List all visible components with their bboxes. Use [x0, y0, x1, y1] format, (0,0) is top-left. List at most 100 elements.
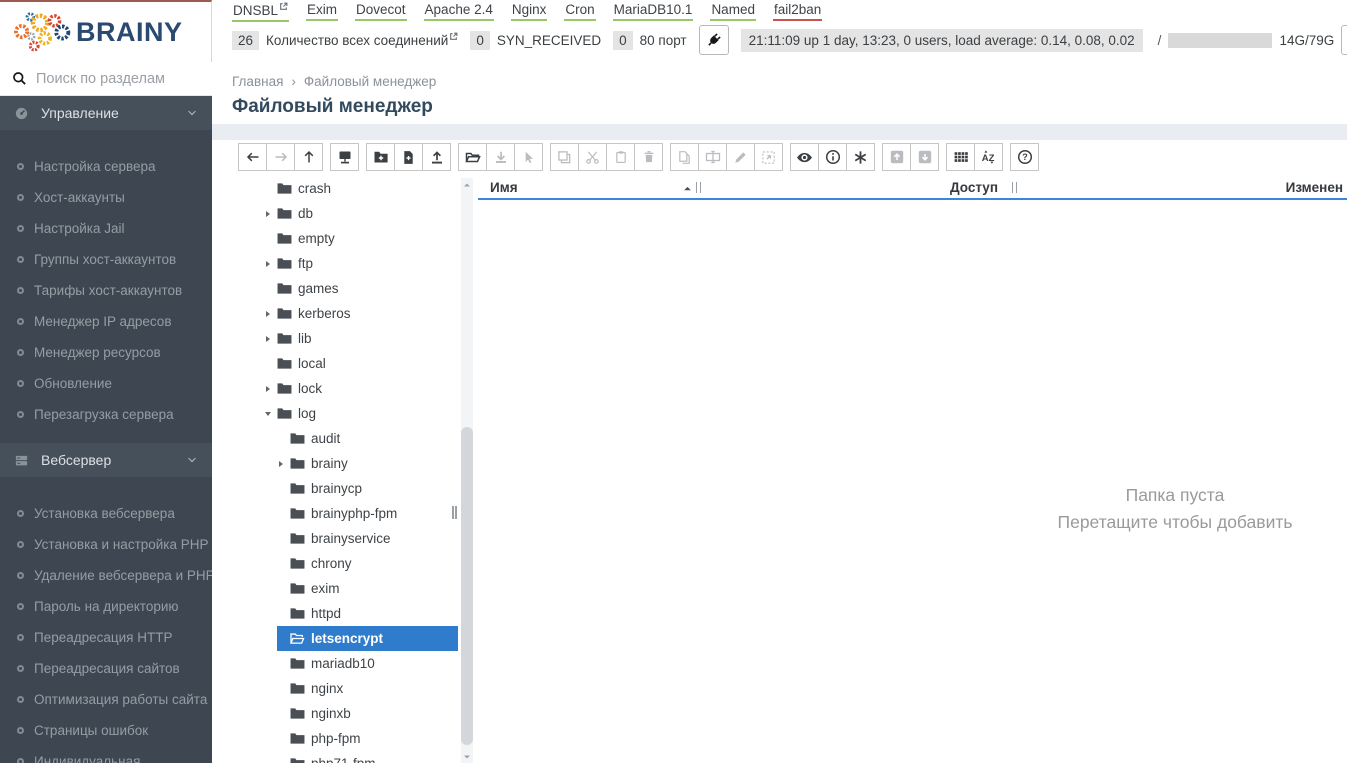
cut-button[interactable] — [578, 143, 607, 171]
sidebar-item-удаление-вебсервера-и-php[interactable]: Удаление вебсервера и PHP — [0, 560, 212, 591]
sidebar-item-настройка-сервера[interactable]: Настройка сервера — [0, 151, 212, 182]
scroll-up-button[interactable] — [461, 178, 473, 191]
tree-item-crash[interactable]: crash — [264, 176, 458, 201]
triangle-right-icon[interactable] — [264, 335, 277, 343]
new-folder-button[interactable] — [366, 143, 395, 171]
pane-splitter-handle[interactable] — [452, 506, 457, 519]
nav-link-dnsbl[interactable]: DNSBL — [232, 1, 290, 22]
logo[interactable]: BRAINY — [0, 0, 212, 62]
permissions-button[interactable] — [846, 143, 875, 171]
nav-link-fail2ban[interactable]: fail2ban — [772, 1, 823, 21]
delete-button[interactable] — [634, 143, 663, 171]
sort-button[interactable]: AZ — [974, 143, 1003, 171]
nav-link-exim[interactable]: Exim — [306, 1, 339, 21]
tree-item-nginxb[interactable]: nginxb — [277, 701, 458, 726]
column-header-name[interactable]: Имя — [490, 180, 518, 195]
sidebar-item-группы-хост-аккаунтов[interactable]: Группы хост-аккаунтов — [0, 244, 212, 275]
copy-button[interactable] — [550, 143, 579, 171]
sidebar-item-установка-вебсервера[interactable]: Установка вебсервера — [0, 498, 212, 529]
tree-item-exim[interactable]: exim — [277, 576, 458, 601]
select-button[interactable] — [514, 143, 543, 171]
tree-item-db[interactable]: db — [264, 201, 458, 226]
nav-link-named[interactable]: Named — [710, 1, 756, 21]
edit-button[interactable] — [726, 143, 755, 171]
tree-item-httpd[interactable]: httpd — [277, 601, 458, 626]
sidebar-item-переадресация-http[interactable]: Переадресация HTTP — [0, 622, 212, 653]
tree-item-letsencrypt[interactable]: letsencrypt — [277, 626, 458, 651]
breadcrumb-home[interactable]: Главная — [232, 74, 283, 89]
sidebar-item-менеджер-ресурсов[interactable]: Менеджер ресурсов — [0, 337, 212, 368]
sidebar-item-хост-аккаунты[interactable]: Хост-аккаунты — [0, 182, 212, 213]
tree-item-brainyphp-fpm[interactable]: brainyphp-fpm — [277, 501, 458, 526]
sidebar-section-вебсервер[interactable]: Вебсервер — [0, 443, 212, 477]
sidebar-item-настройка-jail[interactable]: Настройка Jail — [0, 213, 212, 244]
scroll-down-button[interactable] — [461, 750, 473, 763]
tree-item-chrony[interactable]: chrony — [277, 551, 458, 576]
triangle-right-icon[interactable] — [264, 210, 277, 218]
nav-link-cron[interactable]: Cron — [564, 1, 596, 21]
sidebar-item-обновление[interactable]: Обновление — [0, 368, 212, 399]
help-button[interactable]: ? — [1010, 143, 1039, 171]
duplicate-button[interactable] — [670, 143, 699, 171]
tree-item-ftp[interactable]: ftp — [264, 251, 458, 276]
triangle-down-icon[interactable] — [264, 410, 277, 418]
forward-button[interactable] — [266, 143, 295, 171]
nav-link-mariadb10-1[interactable]: MariaDB10.1 — [612, 1, 694, 21]
sidebar-item-страницы-ошибок[interactable]: Страницы ошибок — [0, 715, 212, 746]
preview-button[interactable] — [790, 143, 819, 171]
sidebar-section-управление[interactable]: Управление — [0, 96, 212, 130]
tree-item-empty[interactable]: empty — [264, 226, 458, 251]
sidebar-item-перезагрузка-сервера[interactable]: Перезагрузка сервера — [0, 399, 212, 430]
tree-item-mariadb10[interactable]: mariadb10 — [277, 651, 458, 676]
extract-button[interactable] — [910, 143, 939, 171]
upload-button[interactable] — [422, 143, 451, 171]
sidebar-item-пароль-на-директорию[interactable]: Пароль на директорию — [0, 591, 212, 622]
paste-button[interactable] — [606, 143, 635, 171]
tree-item-php-fpm[interactable]: php-fpm — [277, 726, 458, 751]
tree-item-brainyservice[interactable]: brainyservice — [277, 526, 458, 551]
triangle-right-icon[interactable] — [277, 460, 290, 468]
up-button[interactable] — [294, 143, 323, 171]
sidebar-item-тарифы-хост-аккаунтов[interactable]: Тарифы хост-аккаунтов — [0, 275, 212, 306]
connections-label[interactable]: Количество всех соединений — [266, 32, 458, 48]
new-file-button[interactable] — [394, 143, 423, 171]
sidebar-item-установка-и-настройка-php[interactable]: Установка и настройка PHP — [0, 529, 212, 560]
tree-item-local[interactable]: local — [264, 351, 458, 376]
triangle-right-icon[interactable] — [264, 310, 277, 318]
column-header-access[interactable]: Доступ — [950, 180, 998, 195]
scroll-thumb[interactable] — [461, 427, 473, 745]
column-header-modified[interactable]: Изменен — [1286, 180, 1343, 195]
triangle-right-icon[interactable] — [264, 260, 277, 268]
download-button[interactable] — [486, 143, 515, 171]
open-folder-button[interactable] — [458, 143, 487, 171]
tree-item-kerberos[interactable]: kerberos — [264, 301, 458, 326]
nav-link-nginx[interactable]: Nginx — [510, 1, 548, 21]
archive-button[interactable] — [882, 143, 911, 171]
tree-item-games[interactable]: games — [264, 276, 458, 301]
resize-button[interactable] — [754, 143, 783, 171]
sidebar-item-менеджер-ip-адресов[interactable]: Менеджер IP адресов — [0, 306, 212, 337]
grid-view-button[interactable] — [946, 143, 975, 171]
triangle-right-icon[interactable] — [264, 385, 277, 393]
root-directory-button[interactable] — [330, 143, 359, 171]
tree-item-brainy[interactable]: brainy — [277, 451, 458, 476]
info-button[interactable] — [818, 143, 847, 171]
connections-plug-button[interactable] — [698, 25, 729, 55]
back-button[interactable] — [238, 143, 267, 171]
tree-item-nginx[interactable]: nginx — [277, 676, 458, 701]
search-input[interactable] — [36, 70, 200, 87]
tree-item-lib[interactable]: lib — [264, 326, 458, 351]
nav-link-apache-2-4[interactable]: Apache 2.4 — [423, 1, 494, 21]
column-resize-handle-access[interactable] — [1012, 182, 1017, 193]
rename-button[interactable] — [698, 143, 727, 171]
sidebar-item-переадресация-сайтов[interactable]: Переадресация сайтов — [0, 653, 212, 684]
tree-scrollbar[interactable] — [461, 178, 473, 763]
tree-item-php71-fpm[interactable]: php71-fpm — [277, 751, 458, 763]
disk-button[interactable] — [1341, 25, 1347, 55]
sidebar-item-оптимизация-работы-сайта[interactable]: Оптимизация работы сайта — [0, 684, 212, 715]
tree-item-log[interactable]: log — [264, 401, 458, 426]
tree-item-audit[interactable]: audit — [277, 426, 458, 451]
sidebar-item-индивидуальная[interactable]: Индивидуальная — [0, 746, 212, 763]
nav-link-dovecot[interactable]: Dovecot — [355, 1, 407, 21]
column-resize-handle-name[interactable] — [696, 182, 701, 193]
